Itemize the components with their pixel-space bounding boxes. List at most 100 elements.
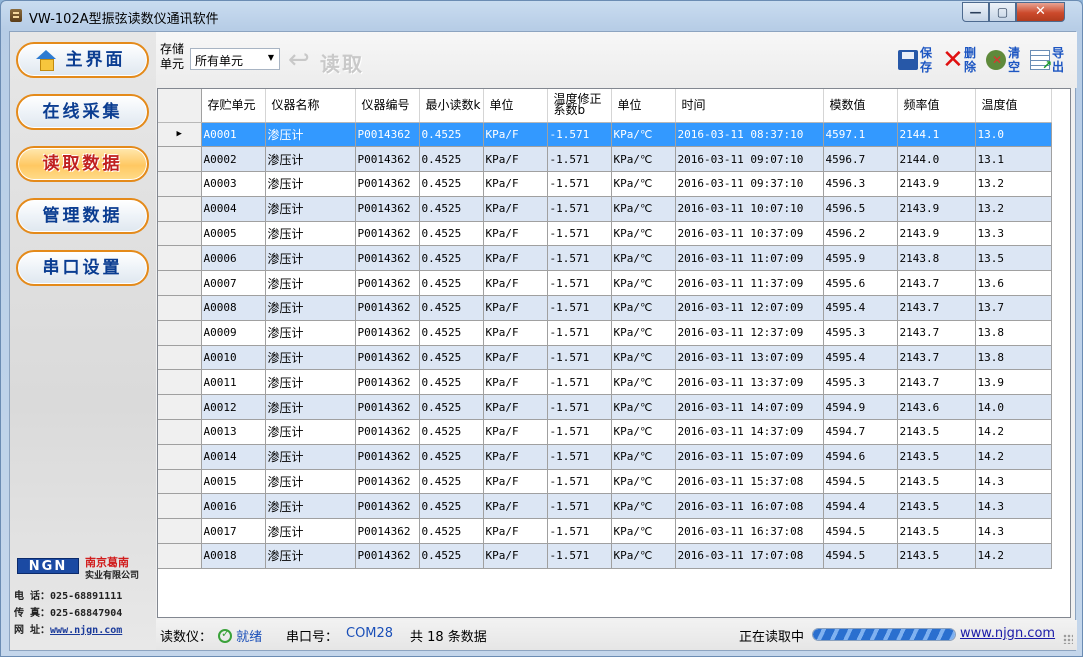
table-cell[interactable]: KPa/F: [483, 345, 548, 371]
table-cell[interactable]: 13.2: [975, 171, 1052, 197]
table-cell[interactable]: 渗压计: [265, 196, 356, 222]
table-cell[interactable]: -1.571: [547, 493, 612, 520]
table-cell[interactable]: 渗压计: [265, 122, 356, 148]
table-cell[interactable]: KPa/℃: [611, 196, 676, 222]
table-cell[interactable]: KPa/℃: [611, 221, 676, 247]
table-cell[interactable]: P0014362: [355, 369, 420, 396]
table-cell[interactable]: 13.6: [975, 270, 1052, 297]
table-cell[interactable]: P0014362: [355, 493, 420, 520]
table-cell[interactable]: -1.571: [547, 320, 612, 346]
minimize-button[interactable]: —: [962, 2, 989, 22]
table-cell[interactable]: 4594.9: [823, 394, 898, 421]
table-cell[interactable]: A0012: [201, 394, 266, 421]
column-header[interactable]: 仪器名称: [265, 89, 356, 123]
table-cell[interactable]: KPa/℃: [611, 419, 676, 445]
table-cell[interactable]: KPa/℃: [611, 444, 676, 470]
table-cell[interactable]: -1.571: [547, 345, 612, 371]
table-cell[interactable]: 2143.7: [897, 270, 976, 297]
row-selector[interactable]: [158, 543, 202, 569]
table-cell[interactable]: 2143.7: [897, 345, 976, 371]
table-cell[interactable]: 2016-03-11 09:37:10: [675, 171, 824, 197]
table-cell[interactable]: 0.4525: [419, 320, 484, 346]
table-cell[interactable]: A0013: [201, 419, 266, 445]
table-cell[interactable]: 渗压计: [265, 171, 356, 197]
table-cell[interactable]: 2016-03-11 08:37:10: [675, 122, 824, 148]
table-cell[interactable]: A0003: [201, 171, 266, 197]
table-cell[interactable]: P0014362: [355, 518, 420, 545]
table-cell[interactable]: 2016-03-11 17:07:08: [675, 543, 824, 569]
nav-main-interface-button[interactable]: 主界面: [16, 42, 149, 78]
table-cell[interactable]: 4596.3: [823, 171, 898, 197]
table-cell[interactable]: 渗压计: [265, 493, 356, 520]
table-cell[interactable]: -1.571: [547, 196, 612, 222]
table-cell[interactable]: -1.571: [547, 270, 612, 297]
table-cell[interactable]: KPa/℃: [611, 245, 676, 272]
table-cell[interactable]: 2143.7: [897, 320, 976, 346]
table-row[interactable]: A0004 渗压计 P0014362 0.4525 KPa/F -1.571 KPa/℃ 20…: [158, 196, 1052, 222]
row-selector[interactable]: [158, 518, 202, 545]
table-cell[interactable]: 13.8: [975, 345, 1052, 371]
table-cell[interactable]: -1.571: [547, 171, 612, 197]
table-cell[interactable]: 渗压计: [265, 221, 356, 247]
row-selector[interactable]: [158, 320, 202, 346]
row-selector[interactable]: [158, 295, 202, 321]
table-cell[interactable]: 2016-03-11 10:07:10: [675, 196, 824, 222]
table-cell[interactable]: 2143.5: [897, 518, 976, 545]
table-cell[interactable]: 2016-03-11 12:07:09: [675, 295, 824, 321]
row-selector[interactable]: [158, 245, 202, 272]
table-cell[interactable]: 渗压计: [265, 295, 356, 321]
table-cell[interactable]: A0002: [201, 146, 266, 173]
table-cell[interactable]: 渗压计: [265, 419, 356, 445]
table-cell[interactable]: 0.4525: [419, 469, 484, 495]
row-selector[interactable]: [158, 221, 202, 247]
table-row[interactable]: A0010 渗压计 P0014362 0.4525 KPa/F -1.571 KPa/℃ 20…: [158, 345, 1052, 371]
row-selector[interactable]: [158, 493, 202, 520]
table-cell[interactable]: 4594.5: [823, 543, 898, 569]
column-header[interactable]: 模数值: [823, 89, 898, 123]
table-cell[interactable]: KPa/F: [483, 122, 548, 148]
table-cell[interactable]: KPa/F: [483, 419, 548, 445]
table-cell[interactable]: 2016-03-11 16:37:08: [675, 518, 824, 545]
table-cell[interactable]: A0015: [201, 469, 266, 495]
table-cell[interactable]: 0.4525: [419, 543, 484, 569]
table-cell[interactable]: KPa/F: [483, 518, 548, 545]
table-cell[interactable]: P0014362: [355, 345, 420, 371]
table-cell[interactable]: KPa/F: [483, 295, 548, 321]
table-cell[interactable]: P0014362: [355, 394, 420, 421]
table-row[interactable]: A0018 渗压计 P0014362 0.4525 KPa/F -1.571 KPa/℃ 20…: [158, 543, 1052, 569]
table-row[interactable]: A0016 渗压计 P0014362 0.4525 KPa/F -1.571 KPa/℃ 20…: [158, 493, 1052, 520]
table-cell[interactable]: 渗压计: [265, 146, 356, 173]
table-row[interactable]: A0015 渗压计 P0014362 0.4525 KPa/F -1.571 KPa/℃ 20…: [158, 469, 1052, 495]
column-header[interactable]: 温度值: [975, 89, 1052, 123]
table-cell[interactable]: 0.4525: [419, 493, 484, 520]
table-cell[interactable]: -1.571: [547, 295, 612, 321]
table-cell[interactable]: KPa/℃: [611, 469, 676, 495]
clear-button[interactable]: 清空: [986, 46, 1024, 76]
column-header[interactable]: 时间: [675, 89, 824, 123]
table-cell[interactable]: 2144.1: [897, 122, 976, 148]
table-cell[interactable]: -1.571: [547, 146, 612, 173]
storage-unit-select[interactable]: 所有单元 ▼: [190, 48, 280, 70]
table-cell[interactable]: P0014362: [355, 419, 420, 445]
table-cell[interactable]: A0009: [201, 320, 266, 346]
table-cell[interactable]: 4595.9: [823, 245, 898, 272]
table-cell[interactable]: KPa/F: [483, 320, 548, 346]
delete-button[interactable]: ✕ 删除: [942, 46, 980, 76]
table-cell[interactable]: A0014: [201, 444, 266, 470]
nav-manage-data-button[interactable]: 管理数据: [16, 198, 149, 234]
table-cell[interactable]: KPa/℃: [611, 270, 676, 297]
table-cell[interactable]: A0010: [201, 345, 266, 371]
table-cell[interactable]: P0014362: [355, 245, 420, 272]
table-cell[interactable]: 4594.5: [823, 518, 898, 545]
table-cell[interactable]: A0011: [201, 369, 266, 396]
table-cell[interactable]: A0001: [201, 122, 266, 148]
data-grid[interactable]: 存贮单元 仪器名称 仪器编号 最小读数k 单位 温度修正系数b 单位 时间 模数值 频率值 温度值 …: [157, 88, 1071, 618]
table-cell[interactable]: 渗压计: [265, 444, 356, 470]
table-cell[interactable]: A0008: [201, 295, 266, 321]
table-row[interactable]: A0017 渗压计 P0014362 0.4525 KPa/F -1.571 KPa/℃ 20…: [158, 518, 1052, 545]
table-cell[interactable]: KPa/F: [483, 171, 548, 197]
table-cell[interactable]: 0.4525: [419, 369, 484, 396]
column-header[interactable]: 温度修正系数b: [547, 89, 612, 123]
table-cell[interactable]: 2016-03-11 10:37:09: [675, 221, 824, 247]
close-button[interactable]: ✕: [1016, 2, 1065, 22]
